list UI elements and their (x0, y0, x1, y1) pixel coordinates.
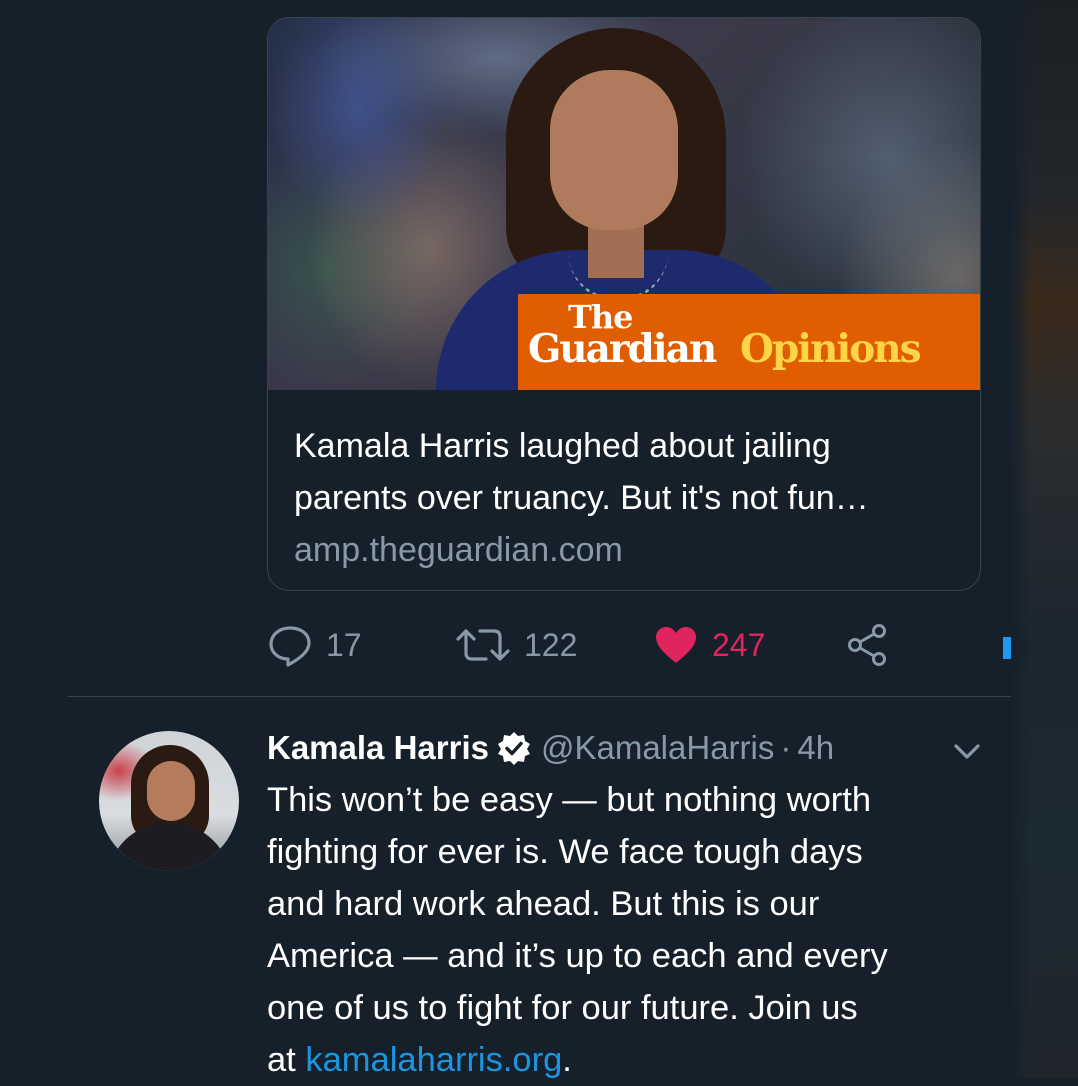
link-preview-card[interactable]: The Guardian Opinions Kamala Harris laug… (267, 17, 981, 591)
card-text: Kamala Harris laughed about jailing pare… (294, 420, 964, 576)
article-thumbnail: The Guardian Opinions (268, 18, 980, 390)
tweet-text-line: This won’t be easy — but nothing worth (267, 781, 872, 819)
tweet-timestamp[interactable]: 4h (797, 729, 834, 767)
chevron-down-icon[interactable] (950, 737, 984, 770)
avatar-body (107, 823, 231, 871)
tweet-link[interactable]: kamalaharris.org (305, 1041, 562, 1079)
author-name[interactable]: Kamala Harris (267, 729, 489, 767)
tweet-text-suffix: . (562, 1041, 572, 1079)
logo-guardian: Guardian (528, 326, 717, 372)
retweet-count: 122 (524, 626, 578, 663)
scroll-indicator (1003, 637, 1011, 659)
logo-opinions: Opinions (740, 326, 922, 372)
reply-button[interactable]: 17 (268, 620, 362, 670)
heart-icon (654, 625, 698, 665)
tweet-text-line: fighting for ever is. We face tough days (267, 833, 863, 871)
share-icon (846, 623, 890, 667)
avatar[interactable] (99, 731, 239, 871)
reply-count: 17 (326, 626, 362, 663)
card-title-line-1: Kamala Harris laughed about jailing (294, 427, 831, 465)
left-background (0, 0, 68, 1078)
photo-subject-face (550, 70, 678, 230)
avatar-face (147, 761, 195, 821)
tweet-divider (68, 696, 1011, 697)
tweet-text-last-line: at kamalaharris.org. (267, 1034, 987, 1086)
share-button[interactable] (846, 620, 890, 670)
card-domain: amp.theguardian.com (294, 531, 623, 569)
header-separator: · (780, 729, 792, 766)
author-handle[interactable]: @KamalaHarris (541, 729, 774, 767)
tweet-text: This won’t be easy — but nothing worth f… (267, 774, 987, 1086)
guardian-opinions-logo: The Guardian Opinions (518, 294, 980, 390)
tweet-text-line: and hard work ahead. But this is our (267, 885, 820, 923)
like-count: 247 (712, 626, 766, 663)
like-button[interactable]: 247 (654, 620, 765, 670)
tweet-action-bar: 17 122 247 (268, 620, 908, 670)
retweet-icon (456, 623, 510, 667)
card-title-line-2: parents over truancy. But it's not fun… (294, 479, 869, 517)
verified-badge-icon (497, 731, 531, 765)
reply-icon (268, 623, 312, 667)
right-background-edge (1012, 0, 1078, 1078)
tweet-header: Kamala Harris @KamalaHarris · 4h (267, 724, 967, 772)
tweet-text-line: America — and it’s up to each and every (267, 937, 888, 975)
tweet-text-prefix: at (267, 1041, 306, 1079)
tweet-text-line: one of us to fight for our future. Join … (267, 989, 858, 1027)
retweet-button[interactable]: 122 (456, 620, 577, 670)
